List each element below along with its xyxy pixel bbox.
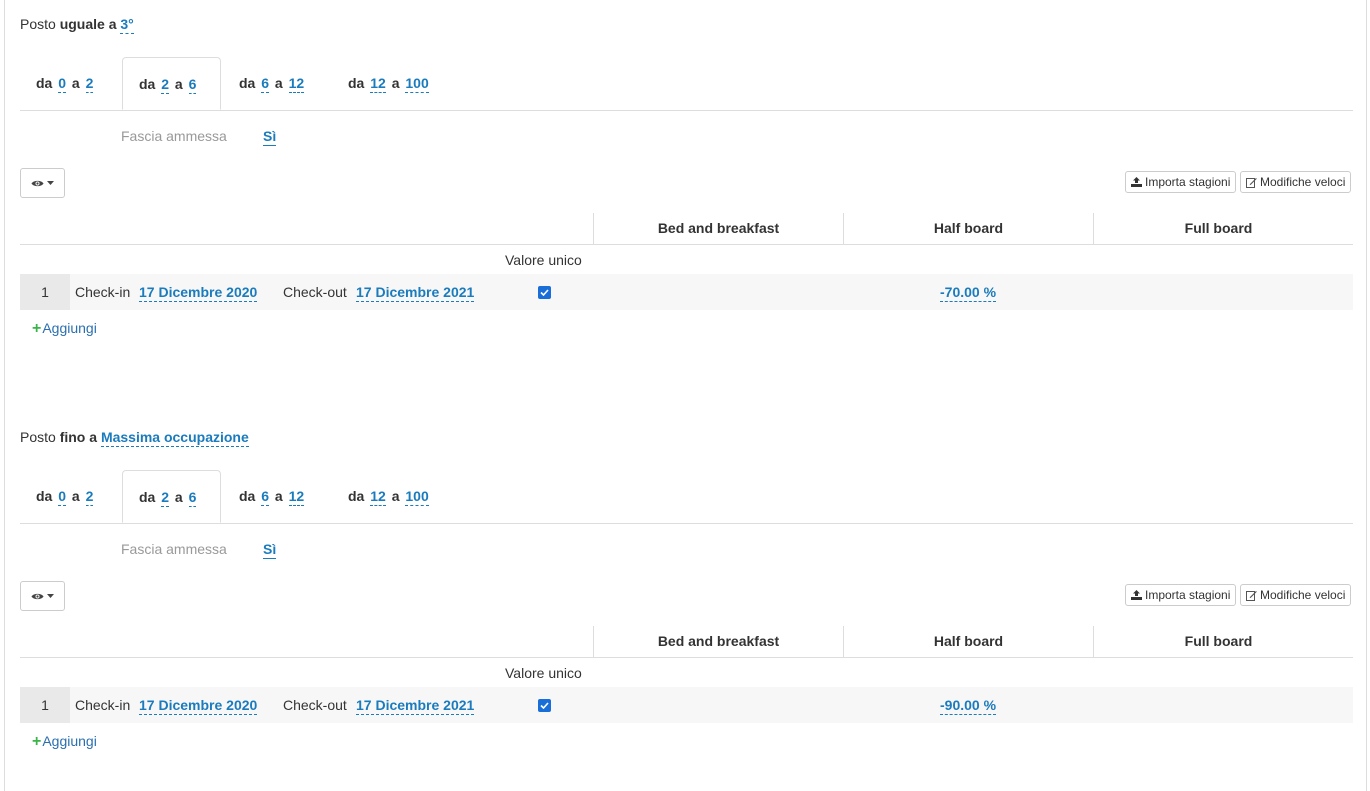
column-header-hb: Half board [843,213,1093,244]
half-board-value-link[interactable]: -90.00 % [940,697,997,715]
column-header-bb: Bed and breakfast [593,626,843,657]
posto-rule-operator: uguale a [59,16,117,32]
age-range-tabs: da 0 a 2 da 2 a 6 da 6 a 12 da 12 a 100 [20,470,1353,524]
left-border [4,0,5,791]
fascia-value-link[interactable]: Sì [263,541,277,559]
table-header-line [20,657,593,658]
age-to-link[interactable]: 6 [188,76,197,94]
check-icon [540,289,549,296]
plus-icon: + [32,733,42,750]
checkin-date-link[interactable]: 17 Dicembre 2020 [139,284,258,302]
age-from-link[interactable]: 0 [58,488,67,506]
fascia-label: Fascia ammessa [121,541,227,557]
checkout-date-link[interactable]: 17 Dicembre 2021 [356,284,475,302]
table-header: Bed and breakfast Half board Full board [593,213,1353,245]
age-range-tabs: da 0 a 2 da 2 a 6 da 6 a 12 da 12 a 100 [20,57,1353,111]
age-to-link[interactable]: 12 [288,75,305,93]
single-value-checkbox[interactable] [538,286,551,299]
age-from-link[interactable]: 6 [261,488,270,506]
posto-rule-operator: fino a [59,429,98,445]
tab-age-2-6[interactable]: da 2 a 6 [122,470,221,523]
row-number: 1 [20,687,70,723]
quick-edit-button[interactable]: Modifiche veloci [1240,171,1352,193]
age-from-link[interactable]: 6 [261,75,270,93]
checkin-date-link[interactable]: 17 Dicembre 2020 [139,697,258,715]
checkin-label: Check-in [75,697,131,713]
posto-rule: Posto fino a Massima occupazione [20,429,249,447]
upload-icon [1131,177,1142,187]
half-board-value-link[interactable]: -70.00 % [940,284,997,302]
tab-age-12-100[interactable]: da 12 a 100 [332,57,447,109]
column-visibility-button[interactable] [20,581,65,611]
age-to-link[interactable]: 2 [85,75,94,93]
check-icon [540,702,549,709]
checkin-label: Check-in [75,284,131,300]
fascia-label: Fascia ammessa [121,128,227,144]
age-from-link[interactable]: 12 [370,75,386,93]
posto-rule: Posto uguale a 3° [20,16,134,34]
table-row: 1 Check-in 17 Dicembre 2020 Check-out 17… [20,274,1353,310]
occupancy-section-2: Posto fino a Massima occupazione da 0 a … [20,421,1353,771]
checkout-label: Check-out [283,697,347,713]
single-value-checkbox[interactable] [538,699,551,712]
checkout-label: Check-out [283,284,347,300]
eye-icon [31,180,44,186]
age-to-link[interactable]: 6 [188,489,197,507]
tab-age-2-6[interactable]: da 2 a 6 [122,57,221,110]
column-header-fb: Full board [1093,626,1343,657]
add-row-button[interactable]: +Aggiungi [32,320,97,338]
tab-age-0-2[interactable]: da 0 a 2 [20,57,111,109]
age-from-link[interactable]: 2 [161,489,170,507]
age-from-link[interactable]: 12 [370,488,386,506]
tab-age-0-2[interactable]: da 0 a 2 [20,470,111,522]
caret-down-icon [47,181,54,185]
column-header-hb: Half board [843,626,1093,657]
right-border [1366,0,1367,791]
upload-icon [1131,590,1142,600]
posto-value-link[interactable]: Massima occupazione [100,429,249,447]
occupancy-section-1: Posto uguale a 3° da 0 a 2 da 2 a 6 da 6… [20,8,1353,358]
table-row: 1 Check-in 17 Dicembre 2020 Check-out 17… [20,687,1353,723]
age-to-link[interactable]: 100 [405,75,429,93]
age-from-link[interactable]: 0 [58,75,67,93]
tab-age-12-100[interactable]: da 12 a 100 [332,470,447,522]
table-header: Bed and breakfast Half board Full board [593,626,1353,658]
eye-icon [31,593,44,599]
tab-age-6-12[interactable]: da 6 a 12 [223,57,322,109]
caret-down-icon [47,594,54,598]
add-row-button[interactable]: +Aggiungi [32,733,97,751]
row-number: 1 [20,274,70,310]
tab-age-6-12[interactable]: da 6 a 12 [223,470,322,522]
quick-edit-button[interactable]: Modifiche veloci [1240,584,1352,606]
valore-unico-label: Valore unico [505,252,582,268]
checkout-date-link[interactable]: 17 Dicembre 2021 [356,697,475,715]
import-seasons-button[interactable]: Importa stagioni [1125,171,1237,193]
age-to-link[interactable]: 100 [405,488,429,506]
column-header-bb: Bed and breakfast [593,213,843,244]
fascia-value-link[interactable]: Sì [263,128,277,146]
age-to-link[interactable]: 2 [85,488,94,506]
plus-icon: + [32,320,42,337]
posto-value-link[interactable]: 3° [120,16,134,34]
table-header-line [20,244,593,245]
edit-icon [1246,590,1257,601]
column-visibility-button[interactable] [20,168,65,198]
age-to-link[interactable]: 12 [288,488,305,506]
valore-unico-label: Valore unico [505,665,582,681]
edit-icon [1246,177,1257,188]
age-from-link[interactable]: 2 [161,76,170,94]
column-header-fb: Full board [1093,213,1343,244]
import-seasons-button[interactable]: Importa stagioni [1125,584,1237,606]
